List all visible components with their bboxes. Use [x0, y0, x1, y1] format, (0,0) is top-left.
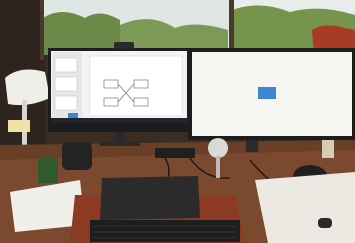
mouse — [318, 218, 332, 228]
left-taskbar — [51, 118, 187, 123]
right-monitor-stand — [246, 140, 258, 152]
paper-right — [255, 172, 355, 243]
left-monitor — [48, 48, 190, 146]
note-card — [8, 120, 30, 132]
laptop — [100, 176, 200, 220]
keyboard — [90, 220, 240, 242]
plant-pot — [38, 158, 58, 183]
speaker — [62, 142, 92, 170]
desktop-icon — [258, 87, 276, 99]
docking-station — [155, 148, 195, 158]
webcam — [114, 42, 134, 49]
desk-photo — [0, 0, 355, 243]
mug — [322, 140, 334, 158]
right-monitor — [188, 48, 355, 152]
